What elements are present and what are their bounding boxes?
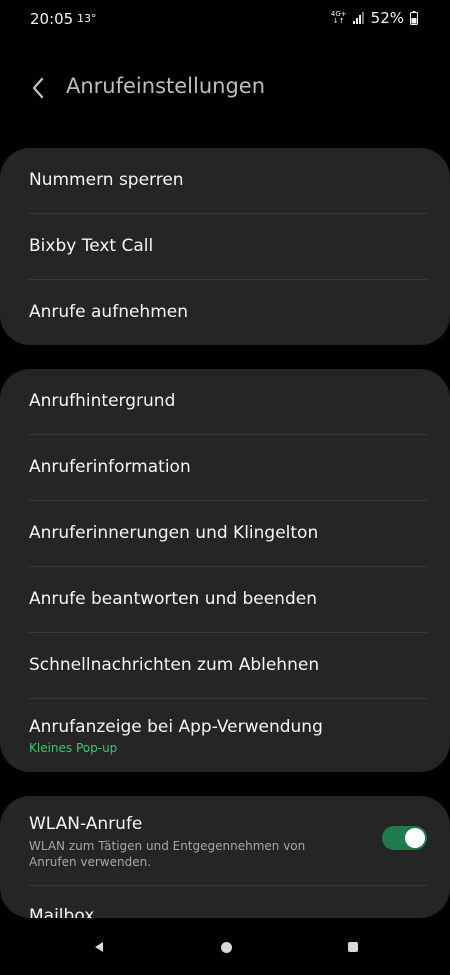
setting-label: WLAN-Anrufe: [29, 814, 143, 834]
network-type-icon: 4G+ ↓↑: [331, 11, 347, 25]
setting-call-background[interactable]: Anrufhintergrund: [29, 369, 427, 435]
setting-label: Schnellnachrichten zum Ablehnen: [29, 655, 320, 675]
setting-record-calls[interactable]: Anrufe aufnehmen: [29, 280, 427, 345]
setting-label: Anruferinformation: [29, 457, 191, 477]
setting-quick-decline-messages[interactable]: Schnellnachrichten zum Ablehnen: [29, 633, 427, 699]
status-indicators: 4G+ ↓↑ 52%: [331, 9, 418, 27]
setting-block-numbers[interactable]: Nummern sperren: [29, 148, 427, 214]
signal-bars-icon: [352, 12, 365, 24]
setting-answer-end-calls[interactable]: Anrufe beantworten und beenden: [29, 567, 427, 633]
wifi-calling-toggle[interactable]: [382, 826, 427, 850]
network-arrows: ↓↑: [332, 17, 345, 25]
battery-icon: [410, 11, 418, 25]
status-temperature: 13°: [77, 12, 97, 25]
setting-call-display-in-apps[interactable]: Anrufanzeige bei App-Verwendung Kleines …: [29, 699, 427, 772]
settings-group-blocking: Nummern sperren Bixby Text Call Anrufe a…: [0, 148, 450, 345]
nav-back-icon[interactable]: [95, 942, 103, 952]
setting-bixby-text-call[interactable]: Bixby Text Call: [29, 214, 427, 280]
status-bar: 20:05 13° 4G+ ↓↑ 52%: [0, 0, 450, 40]
setting-label: Anrufhintergrund: [29, 391, 176, 411]
page-title: Anrufeinstellungen: [66, 74, 266, 98]
nav-recent-icon[interactable]: [348, 942, 358, 952]
setting-current-value: Kleines Pop-up: [29, 741, 118, 755]
setting-caller-information[interactable]: Anruferinformation: [29, 435, 427, 501]
setting-label: Anrufe aufnehmen: [29, 302, 188, 322]
setting-wifi-calling[interactable]: WLAN-Anrufe WLAN zum Tätigen und Entgege…: [29, 796, 427, 886]
nav-home-icon[interactable]: [221, 942, 232, 953]
setting-label: Mailbox: [29, 906, 95, 918]
chevron-left-icon: [32, 77, 44, 99]
setting-label: Anruferinnerungen und Klingelton: [29, 523, 319, 543]
back-button[interactable]: [26, 74, 50, 102]
setting-description: WLAN zum Tätigen und Entgegennehmen von …: [29, 839, 306, 869]
status-time: 20:05: [30, 10, 74, 28]
settings-group-wifi-calling: WLAN-Anrufe WLAN zum Tätigen und Entgege…: [0, 796, 450, 918]
battery-percent: 52%: [370, 9, 404, 27]
setting-call-alerts-ringtone[interactable]: Anruferinnerungen und Klingelton: [29, 501, 427, 567]
setting-label: Bixby Text Call: [29, 236, 154, 256]
setting-label: Anrufe beantworten und beenden: [29, 589, 317, 609]
system-nav-bar: [0, 920, 450, 975]
setting-voicemail[interactable]: Mailbox: [29, 886, 427, 918]
toggle-knob: [405, 828, 425, 848]
setting-label: Nummern sperren: [29, 170, 184, 190]
app-header: Anrufeinstellungen: [0, 60, 450, 116]
settings-group-call-display: Anrufhintergrund Anruferinformation Anru…: [0, 369, 450, 772]
setting-label: Anrufanzeige bei App-Verwendung: [29, 717, 323, 737]
